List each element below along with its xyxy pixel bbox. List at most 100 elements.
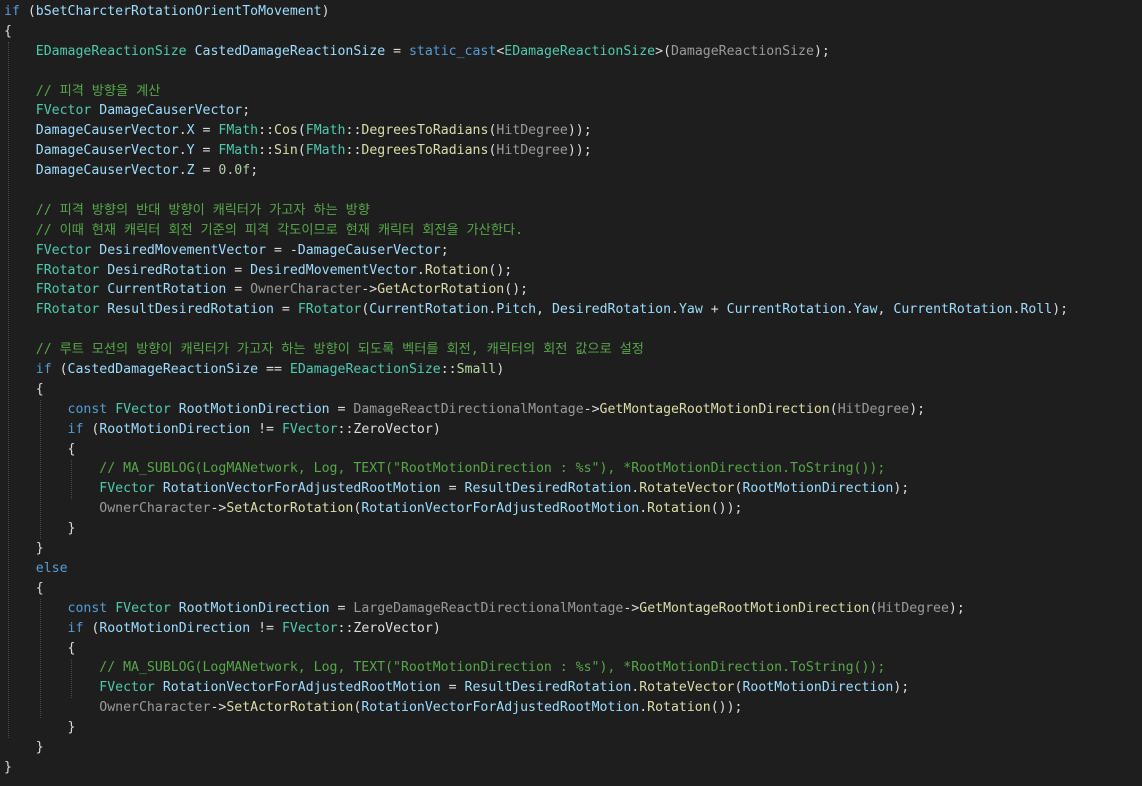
indent-guide [39,400,41,540]
code-token: HitDegree [496,123,568,139]
code-token: ( [51,362,68,378]
code-token: CurrentRotation [726,302,846,318]
code-token: else [35,560,68,576]
code-token: :: [337,620,354,636]
code-token: RootMotionDirection [99,421,251,437]
code-token: RootMotionDirection [742,680,894,696]
code-line: if (bSetCharcterRotationOrientToMovement… [4,2,1068,22]
code-token: SetActorRotation [226,501,354,517]
code-token: >( [655,43,672,59]
code-line: } [4,738,1068,758]
code-token: . [178,123,187,139]
code-token: { [4,23,12,39]
code-token: // 이때 현재 캐릭터 회전 기준의 피격 각도이므로 현재 캐릭터 회전을 … [35,222,524,238]
code-token: DesiredMovementVector [250,262,417,278]
code-token: DegreesToRadians [361,143,489,159]
code-token: ResultDesiredRotation [464,680,632,696]
code-token: ( [83,620,100,636]
code-token: -> [210,700,227,716]
code-token: // 피격 방향의 반대 방향이 캐릭터가 가고자 하는 방향 [35,202,370,218]
code-token: DamageCauserVector [35,163,179,179]
code-token: } [4,739,44,755]
code-token: = [226,282,251,298]
code-token: EDamageReactionSize [35,43,187,59]
code-token: = [329,600,354,616]
code-line: FVector RotationVectorForAdjustedRootMot… [4,678,1068,698]
code-token: RotationVectorForAdjustedRootMotion [361,501,640,517]
code-token: )); [567,123,592,139]
code-token: RootMotionDirection [178,401,330,417]
code-token: = - [266,242,298,258]
code-line: } [4,519,1068,539]
code-editor[interactable]: if (bSetCharcterRotationOrientToMovement… [0,0,1142,786]
code-line: else [4,559,1068,579]
code-token: :: [345,123,362,139]
code-token: FMath [305,143,346,159]
code-token: ( [829,401,838,417]
code-token: EDamageReactionSize [289,362,441,378]
code-token: ) [321,4,330,19]
code-token: LargeDamageReactDirectionalMontage [353,600,624,616]
code-token: ) [432,620,441,636]
code-token: ( [297,123,306,139]
code-line: if (CastedDamageReactionSize == EDamageR… [4,360,1068,380]
code-token: FMath [218,143,259,159]
code-line: if (RootMotionDirection != FVector::Zero… [4,619,1068,639]
code-line: } [4,718,1068,738]
code-token: FVector [115,600,171,616]
code-token: = [194,143,219,159]
code-line: // MA_SUBLOG(LogMANetwork, Log, TEXT("Ro… [4,658,1068,678]
code-token: ); [813,43,830,59]
code-token: FVector [99,481,155,497]
code-token: . [639,700,648,716]
code-token: :: [345,143,362,159]
code-token: (); [504,282,529,298]
code-token: ZeroVector [353,620,433,636]
code-token: Yaw [678,302,703,318]
code-line: { [4,639,1068,659]
code-token: { [4,580,44,596]
code-token: CastedDamageReactionSize [67,362,259,378]
code-token: OwnerCharacter [99,700,211,716]
code-token: RotationVectorForAdjustedRootMotion [162,680,441,696]
code-token: RotationVectorForAdjustedRootMotion [361,700,640,716]
code-line: FVector DesiredMovementVector = -DamageC… [4,241,1068,261]
indent-guide [7,41,9,739]
code-token: HitDegree [877,600,949,616]
code-token: ( [19,4,36,19]
code-line: { [4,22,1068,42]
code-line: if (RootMotionDirection != FVector::Zero… [4,420,1068,440]
code-token: , [536,302,552,318]
code-token: != [250,620,282,636]
code-line: EDamageReactionSize CastedDamageReaction… [4,42,1068,62]
code-token: . [845,302,854,318]
code-token: const [67,401,108,417]
code-token: (); [488,262,513,278]
code-token: GetMontageRootMotionDirection [599,401,830,417]
code-token: ResultDesiredRotation [464,481,632,497]
code-token: static_cast [408,43,497,59]
code-token: Yaw [853,302,878,318]
code-token: Rotation [647,700,711,716]
code-token: DesiredRotation [551,302,672,318]
code-text-area[interactable]: if (bSetCharcterRotationOrientToMovement… [4,2,1068,778]
indent-guide [71,658,73,699]
code-line: FVector DamageCauserVector; [4,101,1068,121]
code-token: const [67,600,108,616]
code-token: CurrentRotation [107,282,227,298]
code-token: :: [440,362,457,378]
code-token: RotateVector [639,680,735,696]
code-token: CastedDamageReactionSize [194,43,386,59]
code-token: ; [242,103,251,119]
code-line: { [4,380,1068,400]
code-token: Rotation [647,501,711,517]
